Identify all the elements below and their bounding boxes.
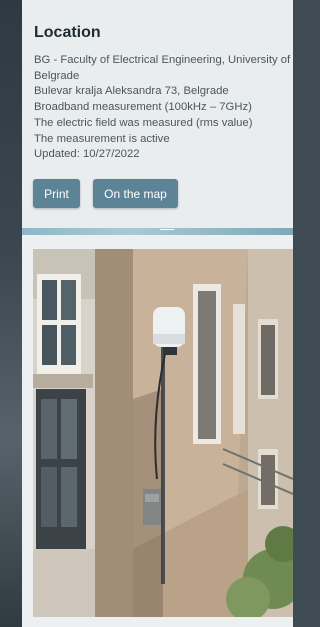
section-divider (22, 228, 293, 235)
print-button[interactable]: Print (33, 179, 80, 208)
divider-handle (160, 229, 174, 234)
measurement-station-photo (33, 249, 293, 617)
measurement-band: Broadband measurement (100kHz – 7GHz) (34, 101, 252, 114)
on-the-map-button[interactable]: On the map (93, 179, 178, 208)
measurement-status: The measurement is active (34, 132, 170, 145)
location-details: BG - Faculty of Electrical Engineering, … (34, 53, 296, 163)
location-title: Location (34, 24, 101, 41)
location-panel: Location BG - Faculty of Electrical Engi… (22, 0, 293, 627)
background-map (0, 0, 22, 627)
measurement-type: The electric field was measured (rms val… (34, 116, 253, 129)
location-name: BG - Faculty of Electrical Engineering, … (34, 54, 291, 82)
location-address: Bulevar kralja Aleksandra 73, Belgrade (34, 85, 229, 98)
updated-date: Updated: 10/27/2022 (34, 148, 140, 161)
location-info-card: Location BG - Faculty of Electrical Engi… (22, 0, 293, 228)
